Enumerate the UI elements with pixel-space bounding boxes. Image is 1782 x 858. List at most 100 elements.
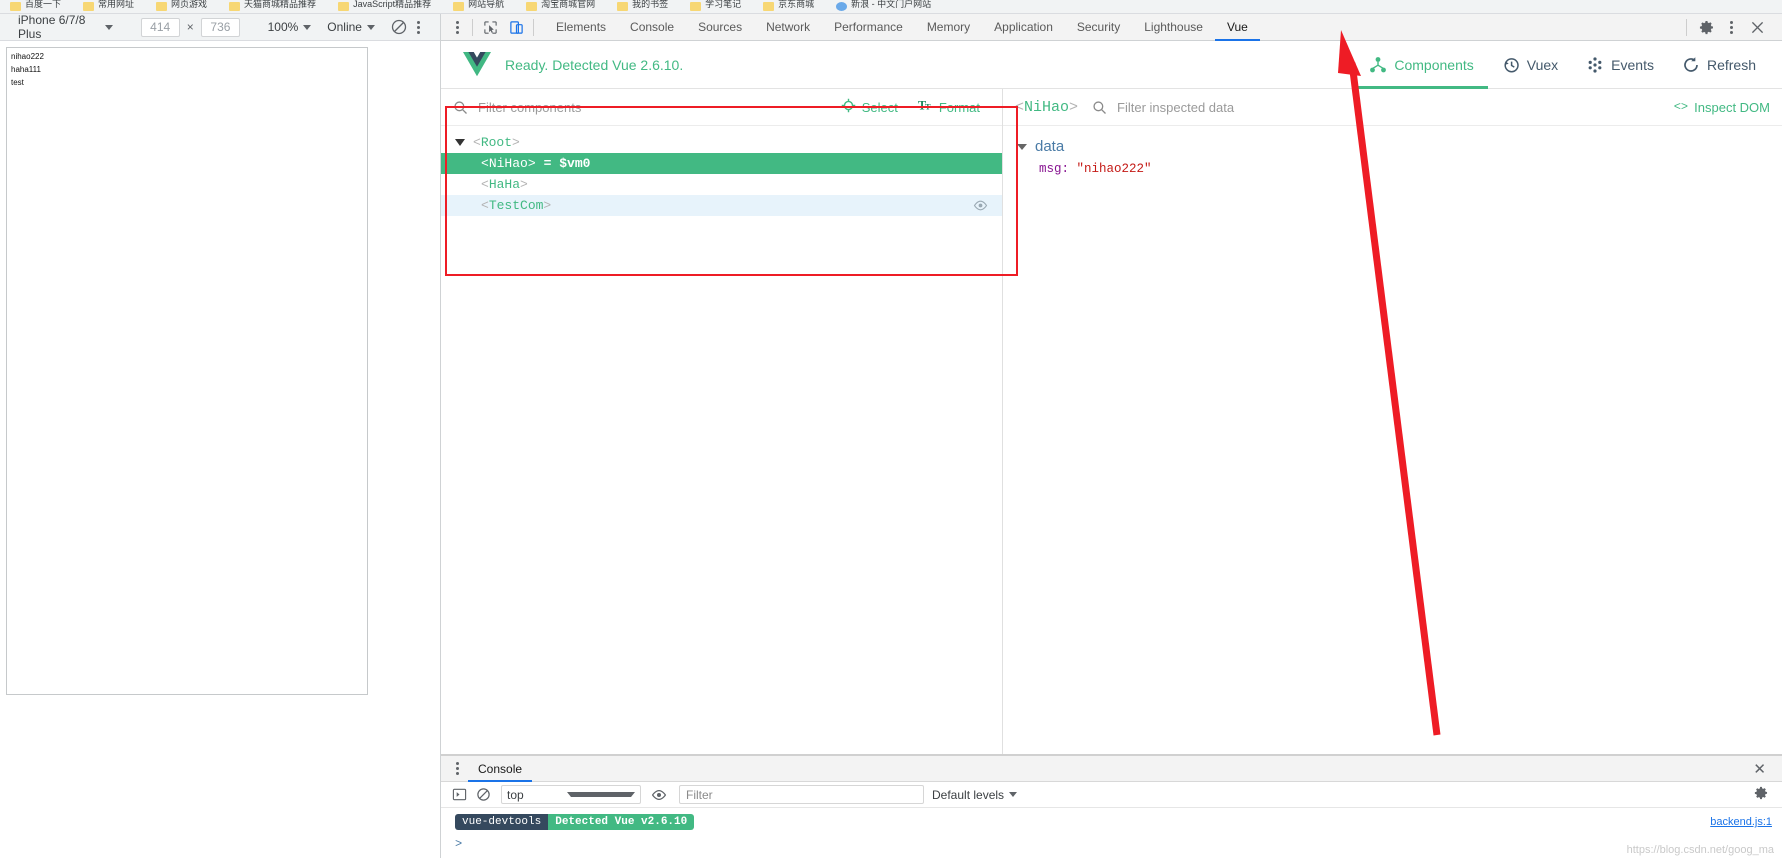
select-component-button[interactable]: Select — [831, 98, 908, 116]
viewport-line: nihao222 — [11, 52, 44, 61]
device-width-input[interactable]: 414 — [140, 17, 180, 37]
bookmark-item[interactable]: 我的书签 — [617, 0, 668, 13]
execution-context-selector[interactable]: top — [501, 785, 641, 804]
tab-memory[interactable]: Memory — [915, 14, 982, 41]
throttling-value: Online — [327, 20, 362, 34]
console-source-link[interactable]: backend.js:1 — [1710, 816, 1772, 828]
console-output: vue-devtools Detected Vue v2.6.10 backen… — [441, 808, 1782, 858]
vue-tab-label: Vuex — [1526, 56, 1559, 73]
viewport-line: test — [11, 78, 24, 87]
tab-console[interactable]: Console — [618, 14, 686, 41]
folder-icon — [453, 2, 465, 11]
folder-icon — [229, 2, 241, 11]
bookmark-item[interactable]: 天猫商城精品推荐 — [229, 0, 316, 13]
folder-icon — [10, 2, 21, 11]
device-height-input[interactable]: 736 — [200, 17, 241, 37]
tree-node-haha[interactable]: <HaHa> — [441, 174, 1002, 195]
data-entry-msg[interactable]: msg: "nihao222" — [1017, 155, 1782, 176]
watermark-url: https://blog.csdn.net/goog_ma — [1626, 844, 1774, 856]
data-key: msg — [1039, 162, 1062, 176]
events-dots-icon — [1586, 56, 1604, 74]
bookmark-item[interactable]: 新浪 - 中文门户网站 — [836, 0, 931, 13]
inspect-dom-button[interactable]: <> Inspect DOM — [1674, 100, 1770, 115]
bookmark-item[interactable]: JavaScript精品推荐 — [338, 0, 431, 13]
bookmark-label: 网站导航 — [468, 0, 505, 9]
bookmark-item[interactable]: 百度一下 — [10, 0, 61, 13]
chevron-down-icon — [366, 24, 375, 30]
kebab-menu-icon[interactable] — [447, 20, 468, 34]
component-filter-bar: Select TT Format — [441, 89, 1002, 126]
format-button[interactable]: TT Format — [908, 98, 990, 116]
vue-tab-events[interactable]: Events — [1572, 41, 1668, 89]
tree-node-testcom[interactable]: <TestCom> — [441, 195, 1002, 216]
live-expression-icon[interactable] — [647, 784, 671, 806]
kebab-menu-icon[interactable] — [1721, 20, 1742, 34]
drawer-tab-console[interactable]: Console — [468, 756, 532, 782]
eye-icon[interactable] — [973, 198, 988, 213]
select-label: Select — [861, 99, 898, 115]
vue-logo-icon — [463, 51, 491, 78]
tab-lighthouse[interactable]: Lighthouse — [1132, 14, 1215, 41]
inspector-content: data msg: "nihao222" — [1003, 126, 1782, 176]
kebab-menu-icon[interactable] — [447, 762, 468, 775]
chevron-down-icon — [1009, 792, 1018, 797]
console-message: vue-devtools Detected Vue v2.6.10 backen… — [455, 814, 1772, 830]
data-group-header[interactable]: data — [1017, 138, 1782, 155]
component-tree: <Root> <NiHao> = $vm0 <HaHa> <TestCom> — [441, 126, 1002, 216]
tab-performance[interactable]: Performance — [822, 14, 915, 41]
device-toolbar: iPhone 6/7/8 Plus 414 × 736 100% Online — [0, 13, 440, 41]
bookmark-item[interactable]: 网站导航 — [453, 0, 504, 13]
device-selector[interactable]: iPhone 6/7/8 Plus — [10, 13, 121, 41]
bookmark-label: 常用网址 — [98, 0, 135, 9]
console-levels-selector[interactable]: Default levels — [932, 788, 1018, 802]
bookmark-item[interactable]: 淘宝商城官网 — [526, 0, 595, 13]
tree-node-root[interactable]: <Root> — [441, 132, 1002, 153]
context-value: top — [507, 787, 524, 802]
close-icon[interactable]: ✕ — [1743, 760, 1776, 778]
tab-vue[interactable]: Vue — [1215, 14, 1260, 41]
tab-security[interactable]: Security — [1065, 14, 1132, 41]
data-value[interactable]: "nihao222" — [1077, 162, 1152, 176]
tree-node-nihao[interactable]: <NiHao> = $vm0 — [441, 153, 1002, 174]
chevron-down-icon[interactable] — [1017, 143, 1027, 150]
chevron-down-icon — [567, 792, 635, 797]
vue-refresh-button[interactable]: Refresh — [1668, 41, 1770, 89]
component-tree-icon — [1369, 56, 1387, 74]
throttling-selector[interactable]: Online — [319, 20, 383, 34]
execution-context-icon[interactable] — [447, 784, 471, 806]
console-filter-input[interactable] — [679, 785, 924, 804]
tree-node-label: <NiHao> — [481, 156, 536, 171]
component-filter-input[interactable] — [478, 99, 831, 115]
tab-sources[interactable]: Sources — [686, 14, 754, 41]
kebab-menu-icon[interactable] — [407, 20, 430, 34]
browser-body: iPhone 6/7/8 Plus 414 × 736 100% Online — [0, 13, 1782, 858]
close-icon[interactable] — [1744, 16, 1770, 38]
tab-application[interactable]: Application — [982, 14, 1065, 41]
tab-elements[interactable]: Elements — [544, 14, 618, 41]
bookmark-item[interactable]: 网页游戏 — [156, 0, 207, 13]
tree-node-label: <Root> — [473, 135, 520, 150]
toggle-device-toolbar-icon[interactable] — [503, 16, 529, 38]
rotate-icon[interactable] — [391, 19, 407, 35]
vue-tab-vuex[interactable]: Vuex — [1488, 41, 1572, 89]
chrome-icon — [836, 2, 848, 11]
inspected-data-filter-input[interactable] — [1117, 99, 1674, 115]
clear-console-icon[interactable] — [471, 784, 495, 806]
tree-node-label: <TestCom> — [481, 198, 552, 213]
bookmark-item[interactable]: 京东商城 — [763, 0, 814, 13]
chevron-down-icon[interactable] — [455, 139, 465, 146]
bookmark-item[interactable]: 常用网址 — [83, 0, 134, 13]
zoom-selector[interactable]: 100% — [260, 20, 320, 34]
vue-tab-components[interactable]: Components — [1355, 41, 1487, 89]
inspect-element-icon[interactable] — [477, 16, 503, 38]
gear-icon[interactable] — [1693, 16, 1719, 38]
tab-network[interactable]: Network — [754, 14, 822, 41]
bookmark-item[interactable]: 学习笔记 — [690, 0, 741, 13]
console-prompt[interactable]: > — [455, 837, 1772, 851]
viewport-line: haha111 — [11, 65, 41, 74]
page-viewport: nihao222 haha111 test — [6, 47, 368, 695]
gear-icon[interactable] — [1746, 786, 1776, 803]
search-icon — [453, 100, 468, 115]
refresh-icon — [1682, 56, 1700, 74]
folder-icon — [526, 2, 538, 11]
